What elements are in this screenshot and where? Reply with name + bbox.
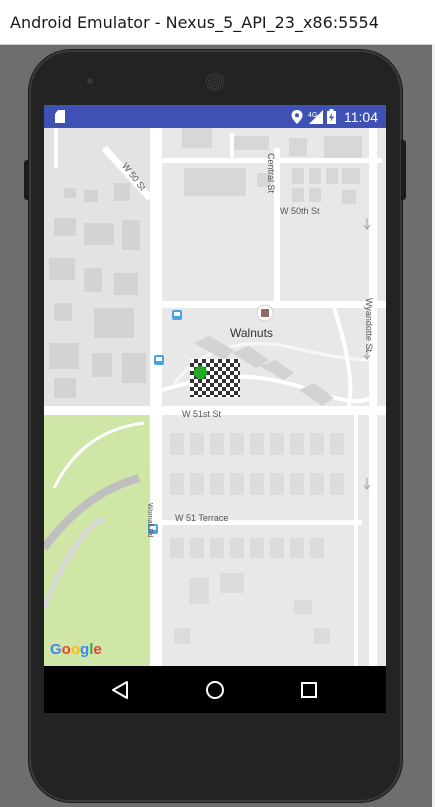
marker-dot (194, 366, 207, 379)
earpiece-speaker (206, 73, 224, 91)
window-title: Android Emulator - Nexus_5_API_23_x86:55… (10, 13, 379, 32)
walnuts-poi-icon[interactable] (256, 304, 274, 322)
road-wornall (150, 128, 162, 666)
power-button[interactable] (401, 140, 406, 200)
recents-icon[interactable] (297, 678, 321, 702)
status-bar: 4G 11:04 (44, 105, 386, 128)
street-label-w51terrace: W 51 Terrace (175, 513, 229, 523)
battery-charging-icon (327, 109, 336, 124)
road-north-branch (230, 133, 234, 158)
street-label-wyandotte: Wyandotte St (364, 298, 374, 352)
street-label-w51st: W 51st St (182, 409, 222, 419)
google-logo: Google (50, 641, 102, 658)
road-nw (54, 128, 58, 168)
back-icon[interactable] (108, 678, 132, 702)
window-titlebar: Android Emulator - Nexus_5_API_23_x86:55… (0, 0, 435, 45)
location-icon (291, 109, 303, 124)
street-label-wornall: Wornall Rd (146, 503, 153, 538)
navigation-bar (44, 666, 386, 713)
network-label: 4G (308, 112, 317, 119)
park-area (44, 408, 152, 666)
bus-stop-icon[interactable] (154, 355, 164, 365)
home-icon[interactable] (203, 678, 227, 702)
bus-stop-icon[interactable] (172, 310, 182, 320)
street-label-w50th: W 50th St (280, 206, 320, 216)
signal-4g-icon: 4G (308, 109, 323, 124)
road-wyandotte (369, 128, 377, 666)
map-marker[interactable] (190, 359, 240, 397)
buildings-south (170, 433, 344, 644)
status-clock: 11:04 (344, 108, 378, 125)
device-screen[interactable]: 4G 11:04 W 50 St W 50th St Central St Wy… (44, 105, 386, 713)
poi-label-walnuts[interactable]: Walnuts (230, 326, 273, 340)
status-icons: 4G 11:04 (291, 105, 378, 128)
map-canvas (44, 128, 386, 666)
street-label-central: Central St (266, 153, 276, 194)
map-view[interactable]: W 50 St W 50th St Central St Wyandotte S… (44, 128, 386, 666)
front-camera (86, 77, 94, 85)
sd-card-icon (55, 110, 65, 123)
road-south (354, 415, 358, 666)
